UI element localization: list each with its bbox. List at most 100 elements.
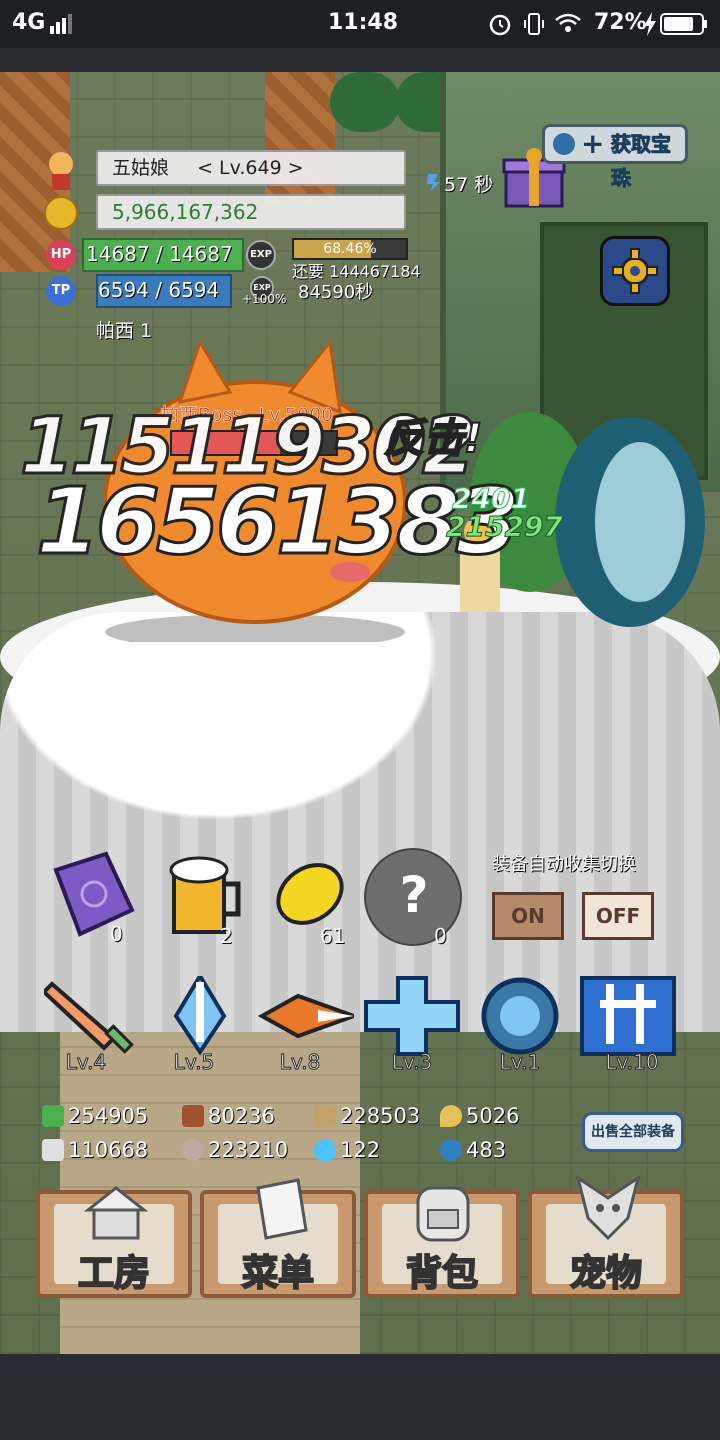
resource-gem: 483 — [440, 1138, 506, 1162]
game-scene[interactable]: 五姑娘 < Lv.649 > 5,966,167,362 HP 14687 / … — [0, 72, 720, 1354]
sell-all-equipment-button[interactable]: 出售全部装备 — [582, 1112, 684, 1152]
pet-name: 帕西 1 — [96, 320, 153, 342]
resource-stone: 223210 — [182, 1138, 288, 1162]
menu-label: 宠物 — [569, 1252, 643, 1295]
item-lemon[interactable]: 61 — [270, 854, 360, 948]
menu-bag-button[interactable]: 背包 — [364, 1186, 520, 1298]
player-level: < Lv.649 > — [197, 157, 304, 179]
charging-icon — [644, 12, 656, 40]
clock: 11:48 — [328, 10, 399, 35]
skill-fire-spear[interactable]: Lv.8 — [257, 976, 360, 1075]
resource-flame: 122 — [314, 1138, 380, 1162]
cross-icon — [364, 976, 460, 1056]
thunder-icon — [580, 976, 676, 1056]
exp-percent: 68.46% — [323, 241, 377, 257]
menu-menu-button[interactable]: 菜单 — [200, 1178, 356, 1298]
item-unknown[interactable]: ? 0 — [364, 848, 464, 948]
wood-icon — [182, 1105, 204, 1127]
resource-value: 254905 — [68, 1104, 149, 1128]
ally-damage-2: 215297 — [446, 510, 564, 544]
exp-bar: 68.46% — [292, 238, 408, 260]
auto-collect-off-button[interactable]: OFF — [582, 892, 654, 940]
counter-attack-text: 反击! — [383, 415, 483, 463]
question-icon: ? — [364, 848, 462, 946]
item-book[interactable]: 0 — [46, 850, 136, 946]
menu-pet-button[interactable]: 宠物 — [528, 1174, 684, 1298]
skill-level: Lv.8 — [279, 1050, 321, 1075]
exp-timer: 84590秒 — [298, 282, 374, 303]
resource-herb: 254905 — [42, 1104, 148, 1128]
herb-icon — [42, 1105, 64, 1127]
skill-level: Lv.3 — [391, 1050, 433, 1075]
player-portrait — [44, 150, 78, 190]
settings-button[interactable] — [600, 236, 670, 306]
speed-timer: 57 秒 — [444, 174, 494, 196]
alarm-icon — [488, 12, 512, 40]
flame-icon — [314, 1139, 336, 1161]
menu-workshop-button[interactable]: 工房 — [36, 1186, 192, 1298]
resource-value: 228503 — [340, 1104, 421, 1128]
network-label: 4G — [12, 10, 46, 35]
plus-icon: + — [581, 127, 605, 160]
resource-value: 223210 — [208, 1138, 289, 1162]
item-count: 2 — [220, 924, 233, 948]
house-icon — [84, 1186, 148, 1240]
dragon-icon — [575, 1174, 641, 1241]
skill-ice-sword[interactable]: Lv.5 — [152, 972, 248, 1075]
resource-value: 122 — [340, 1138, 381, 1162]
navigation-bar — [0, 1354, 720, 1440]
tree — [330, 72, 400, 132]
ice-sword-icon — [173, 972, 227, 1056]
gear-icon — [612, 248, 658, 294]
resource-value: 483 — [466, 1138, 507, 1162]
acquire-orb-button[interactable]: + 获取宝珠 — [542, 124, 688, 191]
exp-icon: EXP — [246, 240, 276, 270]
resource-iron: 110668 — [42, 1138, 148, 1162]
status-bar: 4G 11:48 72% — [0, 0, 720, 48]
exp-bonus: +100% — [242, 292, 287, 306]
sword-icon — [41, 981, 134, 1054]
gold-coin-icon — [44, 196, 78, 230]
resource-plank: 228503 — [314, 1104, 420, 1128]
resource-drop: 5026 — [440, 1104, 519, 1128]
lemon-icon — [276, 863, 344, 925]
gem-icon — [440, 1139, 462, 1161]
plank-icon — [314, 1105, 336, 1127]
player-name-box: 五姑娘 < Lv.649 > — [96, 150, 406, 186]
battery-percent: 72% — [594, 10, 647, 35]
book-menu-icon — [256, 1178, 308, 1240]
resource-wood: 80236 — [182, 1104, 275, 1128]
wifi-icon — [554, 12, 582, 38]
fire-spear-icon — [257, 993, 360, 1039]
signal-icon — [50, 14, 72, 34]
tp-value: 6594 / 6594 — [98, 278, 220, 302]
hp-heart-icon: HP — [46, 240, 76, 270]
skill-thunder[interactable]: Lv.10 — [580, 976, 676, 1075]
vibrate-icon — [522, 12, 546, 40]
skill-holy-cross[interactable]: Lv.3 — [364, 976, 460, 1075]
resource-value: 110668 — [68, 1138, 149, 1162]
gold-box: 5,966,167,362 — [96, 194, 406, 230]
cloud-stage — [0, 612, 720, 1032]
battery-icon — [660, 12, 708, 40]
skill-orb[interactable]: Lv.1 — [472, 976, 568, 1075]
damage-number-front: 16561383 — [34, 467, 521, 577]
player-name: 五姑娘 — [112, 157, 170, 179]
item-count: 61 — [320, 924, 346, 948]
speed-icon — [424, 172, 442, 192]
auto-collect-on-button[interactable]: ON — [492, 892, 564, 940]
item-count: 0 — [434, 924, 447, 948]
skill-level: Lv.4 — [65, 1050, 107, 1075]
tp-heart-icon: TP — [46, 276, 76, 306]
menu-label: 菜单 — [241, 1252, 315, 1295]
resource-value: 80236 — [208, 1104, 275, 1128]
auto-collect-title: 装备自动收集切换 — [492, 854, 636, 875]
orb-skill-icon — [481, 977, 559, 1055]
resource-value: 5026 — [466, 1104, 520, 1128]
item-beer[interactable]: 2 — [164, 852, 254, 948]
skill-sword[interactable]: Lv.4 — [41, 976, 140, 1075]
drop-icon — [440, 1105, 462, 1127]
skill-level: Lv.1 — [499, 1050, 541, 1075]
backpack-icon — [416, 1186, 470, 1242]
stone-icon — [182, 1139, 204, 1161]
